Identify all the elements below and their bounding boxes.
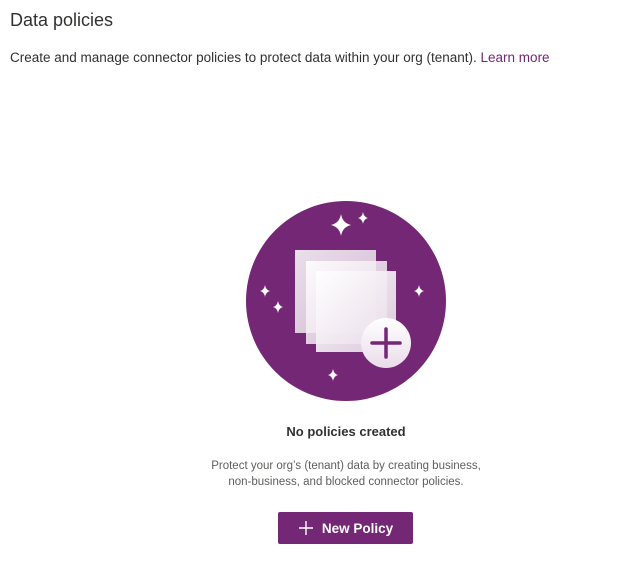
empty-state-title: No policies created (286, 424, 406, 439)
page-description-text: Create and manage connector policies to … (10, 50, 481, 65)
new-policy-button-label: New Policy (321, 520, 394, 536)
page-title: Data policies (10, 10, 114, 30)
empty-state-description: Protect your org’s (tenant) data by crea… (0, 458, 631, 490)
new-policy-button[interactable]: New Policy (278, 512, 413, 544)
page-description: Create and manage connector policies to … (10, 49, 550, 67)
empty-policies-illustration (246, 201, 446, 401)
data-policies-page: Data policies Create and manage connecto… (0, 0, 631, 564)
learn-more-link[interactable]: Learn more (481, 50, 550, 65)
empty-state-description-line: Protect your org’s (tenant) data by crea… (211, 460, 481, 472)
plus-icon (298, 521, 313, 535)
empty-state-description-line: non-business, and blocked connector poli… (228, 476, 464, 488)
